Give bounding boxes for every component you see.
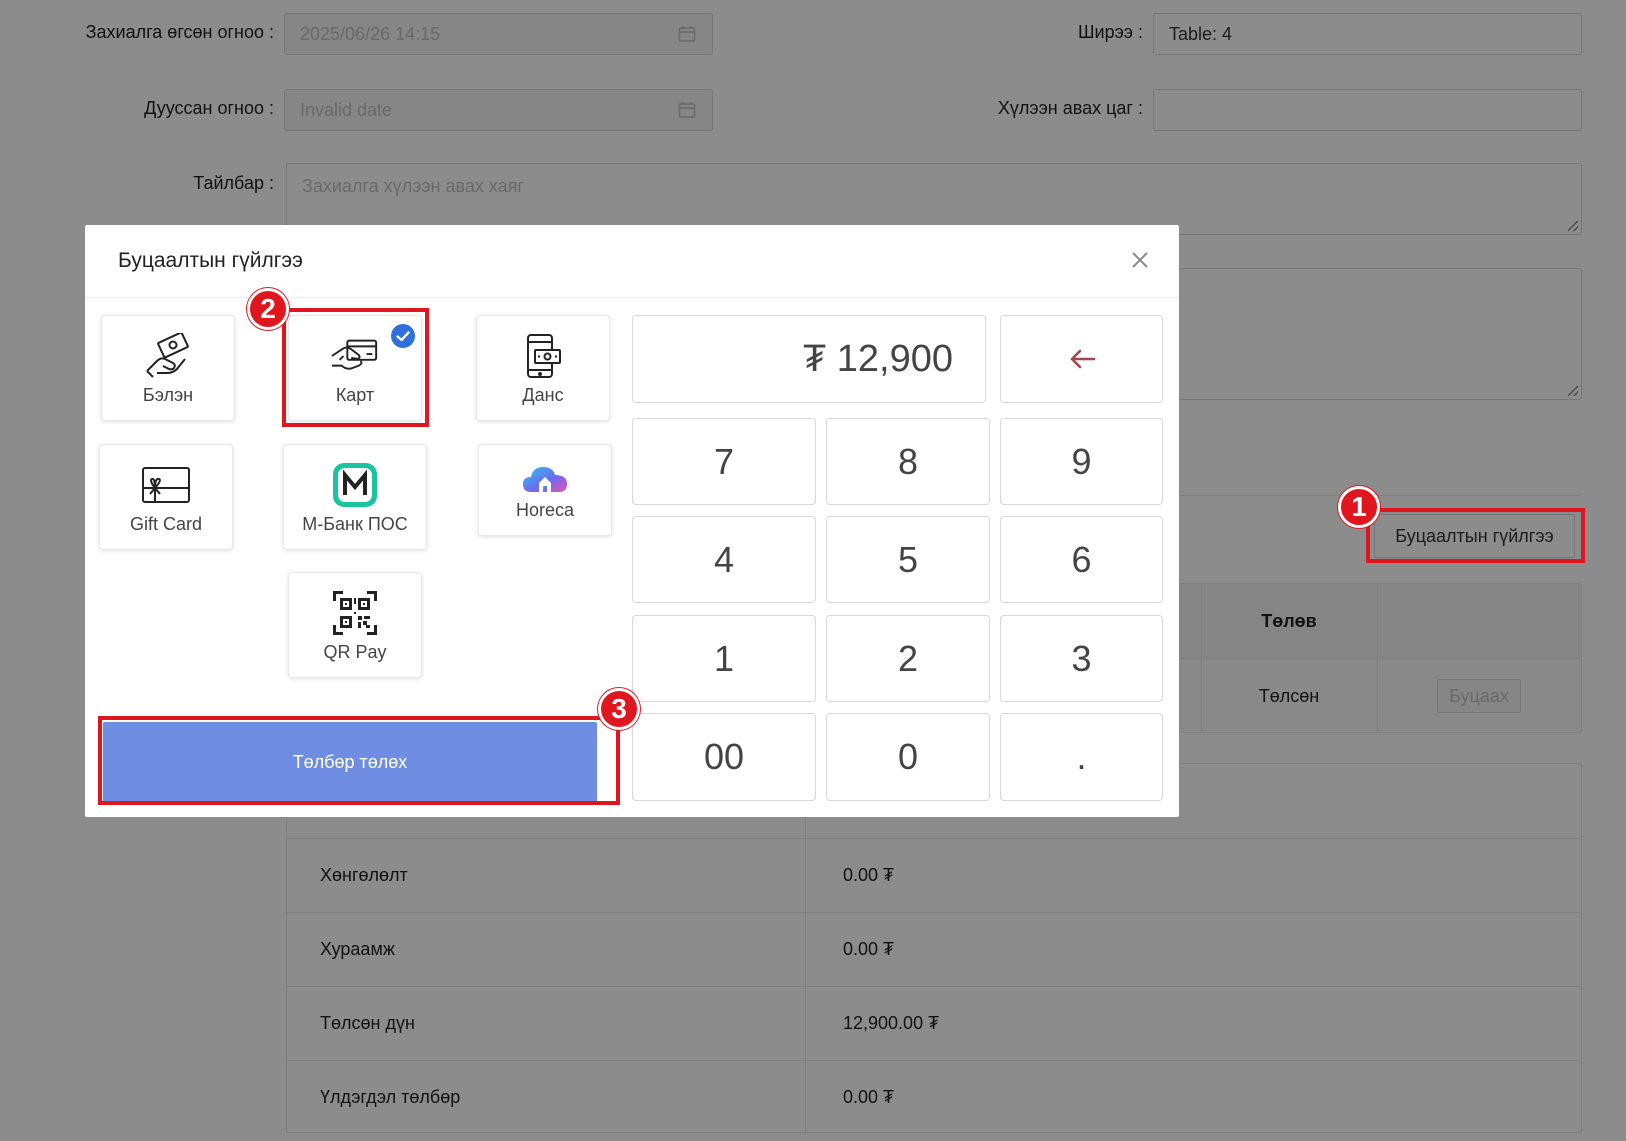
annotation-badge-3: 3 — [598, 688, 640, 730]
payment-method-label: Gift Card — [129, 513, 203, 534]
mbank-logo-icon — [330, 460, 380, 510]
key-6[interactable]: 6 — [1000, 516, 1163, 603]
close-icon[interactable] — [1127, 247, 1153, 273]
cash-hand-icon — [143, 331, 193, 381]
payment-method-qrpay[interactable]: QR Pay — [288, 572, 422, 678]
payment-method-mbank[interactable]: М-Банк ПОС — [283, 444, 427, 550]
key-7[interactable]: 7 — [632, 418, 816, 505]
payment-method-label: М-Банк ПОС — [302, 513, 408, 534]
payment-method-label: QR Pay — [323, 641, 387, 662]
gift-card-icon — [141, 460, 191, 510]
mobile-banking-icon — [518, 331, 568, 381]
key-4[interactable]: 4 — [632, 516, 816, 603]
payment-method-label: Данс — [522, 384, 564, 405]
annotation-badge-2: 2 — [247, 288, 289, 330]
horeca-cloud-icon — [520, 460, 570, 496]
key-9[interactable]: 9 — [1000, 418, 1163, 505]
payment-method-label: Бэлэн — [142, 384, 194, 405]
annotation-box-card-method — [282, 308, 429, 427]
backspace-button[interactable] — [1000, 315, 1163, 403]
key-1[interactable]: 1 — [632, 615, 816, 702]
amount-display: ₮ 12,900 — [632, 315, 986, 403]
payment-method-horeca[interactable]: Horeca — [478, 444, 612, 536]
key-decimal[interactable]: . — [1000, 713, 1163, 801]
key-0[interactable]: 0 — [826, 713, 990, 801]
key-2[interactable]: 2 — [826, 615, 990, 702]
annotation-box-refund-button — [1366, 508, 1585, 563]
arrow-left-icon — [1070, 349, 1095, 369]
modal-title: Буцаалтын гүйлгээ — [118, 249, 303, 272]
key-5[interactable]: 5 — [826, 516, 990, 603]
payment-method-giftcard[interactable]: Gift Card — [99, 444, 233, 550]
annotation-badge-1: 1 — [1338, 486, 1380, 528]
qr-code-icon — [330, 588, 380, 638]
annotation-box-pay-button — [98, 716, 620, 805]
payment-method-cash[interactable]: Бэлэн — [101, 315, 235, 421]
key-8[interactable]: 8 — [826, 418, 990, 505]
payment-method-label: Horeca — [515, 499, 575, 520]
key-00[interactable]: 00 — [632, 713, 816, 801]
payment-method-account[interactable]: Данс — [476, 315, 610, 421]
key-3[interactable]: 3 — [1000, 615, 1163, 702]
